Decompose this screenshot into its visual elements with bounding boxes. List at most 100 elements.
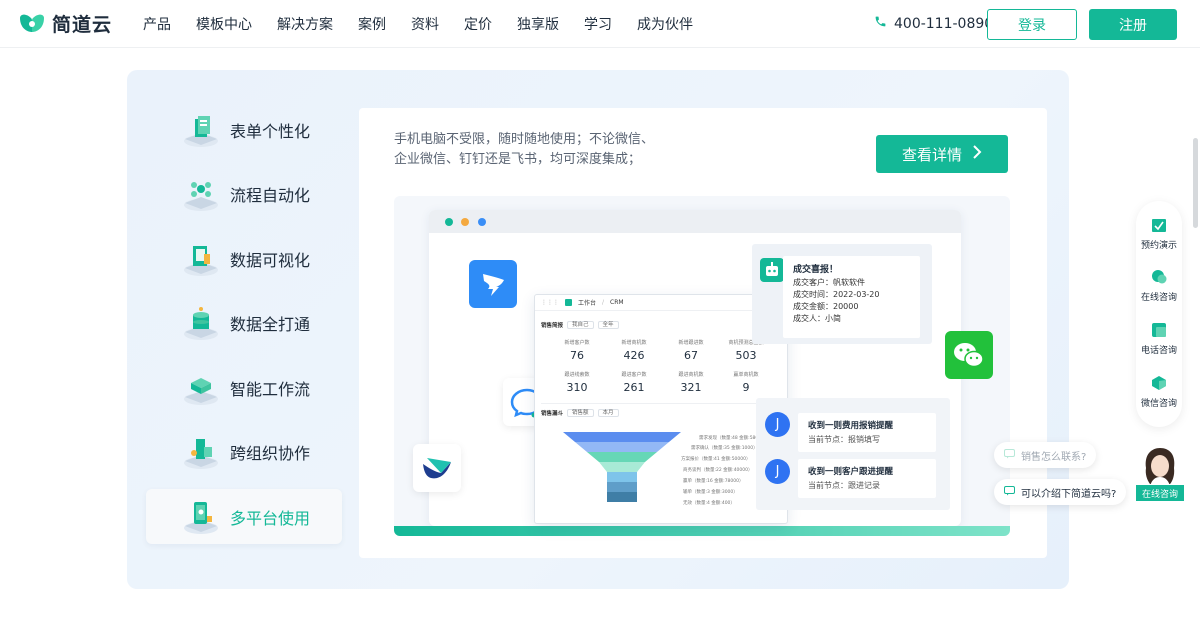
funnel-label: 无效（数量:4 金额:400）	[683, 501, 735, 506]
phone-contact[interactable]: 400-111-0890	[874, 15, 993, 32]
feature-label: 流程自动化	[230, 186, 311, 205]
funnel-label: 需求确认（数量:35 金额:1000）	[691, 446, 758, 451]
chat-bubble-icon	[1004, 485, 1015, 499]
wechat-icon	[1151, 375, 1167, 391]
online-consult-button[interactable]: 在线咨询	[1136, 485, 1184, 501]
side-item-phone[interactable]: 电话咨询	[1136, 322, 1182, 356]
deal-message: 成交喜报！ 成交客户：帆软软件 成交时间：2022-03-20 成交金额：200…	[783, 256, 920, 338]
crm-filter-owner: 我自己	[567, 321, 594, 329]
phone-number: 400-111-0890	[894, 15, 994, 32]
side-item-label: 微信咨询	[1140, 399, 1177, 409]
database-icon	[182, 304, 220, 342]
brand-logo[interactable]: 简道云	[18, 10, 112, 37]
crm-filter-month: 本月	[597, 409, 619, 417]
metric-value: 9	[742, 381, 750, 394]
feature-label: 多平台使用	[230, 508, 311, 528]
smart-flow-icon	[182, 369, 220, 407]
feature-label: 智能工作流	[230, 379, 311, 399]
quick-question-bubble[interactable]: 销售怎么联系?	[994, 442, 1097, 468]
browser-titlebar	[429, 210, 961, 233]
feature-label: 数据可视化	[230, 250, 311, 270]
funnel-label: 商务谈判（数量:22 金额:40000）	[683, 468, 753, 473]
view-details-button[interactable]: 查看详情	[876, 135, 1008, 173]
crm-metric: 新增跟进数 67	[663, 339, 719, 362]
login-button[interactable]: 登录	[987, 9, 1077, 40]
dingtalk-app-icon	[469, 260, 517, 308]
quick-question-bubble[interactable]: 可以介绍下简道云吗?	[994, 479, 1127, 505]
feature-tab-workflow[interactable]: 流程自动化	[146, 167, 342, 222]
chat-icon	[1151, 269, 1167, 285]
brand-name: 简道云	[52, 14, 113, 36]
crm-app-name: 工作台	[578, 300, 597, 307]
side-item-label: 预约演示	[1140, 241, 1177, 251]
feature-description: 手机电脑不受限，随时随地使用；不论微信、企业微信、钉钉还是飞书，均可深度集成；	[394, 132, 655, 167]
funnel-label: 赢单（数量:16 金额:78000）	[683, 479, 744, 484]
collaboration-icon	[182, 433, 220, 471]
nav-partner[interactable]: 成为伙伴	[637, 14, 693, 34]
slash-divider: /	[602, 299, 605, 306]
notification-item: 收到一则费用报销提醒 当前节点：报销填写	[798, 413, 936, 452]
feature-tab-form[interactable]: 表单个性化	[146, 102, 342, 157]
crm-metric: 跟进客户数 261	[606, 371, 662, 394]
crm-filter-period: 全年	[597, 321, 619, 329]
crm-section-funnel: 销售漏斗 销售额 本月	[541, 409, 619, 417]
metric-value: 321	[680, 381, 702, 394]
funnel-label: 方案报价（数量:41 金额:50000）	[681, 457, 751, 462]
side-item-online-chat[interactable]: 在线咨询	[1136, 269, 1182, 303]
main-nav: 产品 模板中心 解决方案 案例 资料 定价 独享版 学习 成为伙伴	[143, 0, 693, 48]
metric-value: 503	[735, 349, 757, 362]
metric-value: 310	[566, 381, 588, 394]
metric-label: 新增商机数	[621, 340, 647, 346]
nav-resources[interactable]: 资料	[411, 14, 439, 34]
deal-time: 成交时间：2022-03-20	[793, 290, 880, 299]
side-item-label: 在线咨询	[1140, 293, 1177, 303]
robot-icon	[760, 258, 784, 282]
notification-title: 收到一则费用报销提醒	[808, 421, 894, 431]
side-item-label: 电话咨询	[1140, 346, 1177, 356]
crm-section-brief: 销售简报 我自己 全年	[541, 321, 619, 329]
feature-tab-visualization[interactable]: 数据可视化	[146, 231, 342, 286]
nav-product[interactable]: 产品	[143, 14, 171, 34]
feature-tab-collaboration[interactable]: 跨组织协作	[146, 425, 342, 480]
crm-metric: 跟进商机数 321	[663, 371, 719, 394]
metric-value: 67	[684, 349, 698, 362]
nav-cases[interactable]: 案例	[358, 14, 386, 34]
metric-label: 赢单商机数	[733, 372, 759, 378]
window-dot-green-icon	[445, 218, 453, 226]
chevron-right-icon	[972, 145, 982, 163]
register-button[interactable]: 注册	[1089, 9, 1177, 40]
phone-icon	[1151, 322, 1167, 338]
crm-module-name: CRM	[610, 299, 624, 306]
metric-label: 跟进线索数	[564, 372, 590, 378]
feature-tab-multi-platform[interactable]: 多平台使用	[146, 489, 342, 544]
window-dot-blue-icon	[478, 218, 486, 226]
side-item-wechat[interactable]: 微信咨询	[1136, 375, 1182, 409]
page-scrollbar[interactable]	[1192, 48, 1200, 624]
illustration-accent-bar	[394, 526, 1010, 536]
deal-amount: 成交金额：20000	[793, 302, 859, 311]
notification-item: 收到一则客户跟进提醒 当前节点：跟进记录	[798, 459, 936, 498]
feature-label: 数据全打通	[230, 315, 311, 334]
grid-icon: ⋮⋮⋮	[541, 299, 559, 306]
feature-label: 表单个性化	[230, 121, 311, 141]
app-badge-icon	[565, 299, 572, 306]
quick-question-text: 销售怎么联系?	[1021, 451, 1087, 463]
nav-solutions[interactable]: 解决方案	[277, 14, 333, 34]
metric-label: 跟进客户数	[621, 372, 647, 378]
crm-dashboard-mock: ⋮⋮⋮ 工作台 / CRM 销售简报 我自己 全年 新增客户数 76 新增商机数 4…	[534, 294, 788, 524]
crm-metric: 新增商机数 426	[606, 339, 662, 362]
logo-leaf-icon	[18, 12, 46, 36]
nav-dedicated[interactable]: 独享版	[517, 14, 559, 34]
notification-node: 当前节点：报销填写	[808, 435, 880, 444]
nav-learn[interactable]: 学习	[584, 14, 612, 34]
nav-pricing[interactable]: 定价	[464, 14, 492, 34]
metric-label: 新增跟进数	[678, 340, 704, 346]
top-header: 简道云 产品 模板中心 解决方案 案例 资料 定价 独享版 学习 成为伙伴 40…	[0, 0, 1200, 48]
nav-templates[interactable]: 模板中心	[196, 14, 252, 34]
scrollbar-thumb[interactable]	[1193, 138, 1198, 228]
feature-tab-smart-flow[interactable]: 智能工作流	[146, 360, 342, 415]
side-item-demo[interactable]: 预约演示	[1136, 217, 1182, 251]
form-stack-icon	[182, 111, 220, 149]
crm-filter-measure: 销售额	[567, 409, 594, 417]
feature-tab-integration[interactable]: 数据全打通	[146, 296, 342, 351]
